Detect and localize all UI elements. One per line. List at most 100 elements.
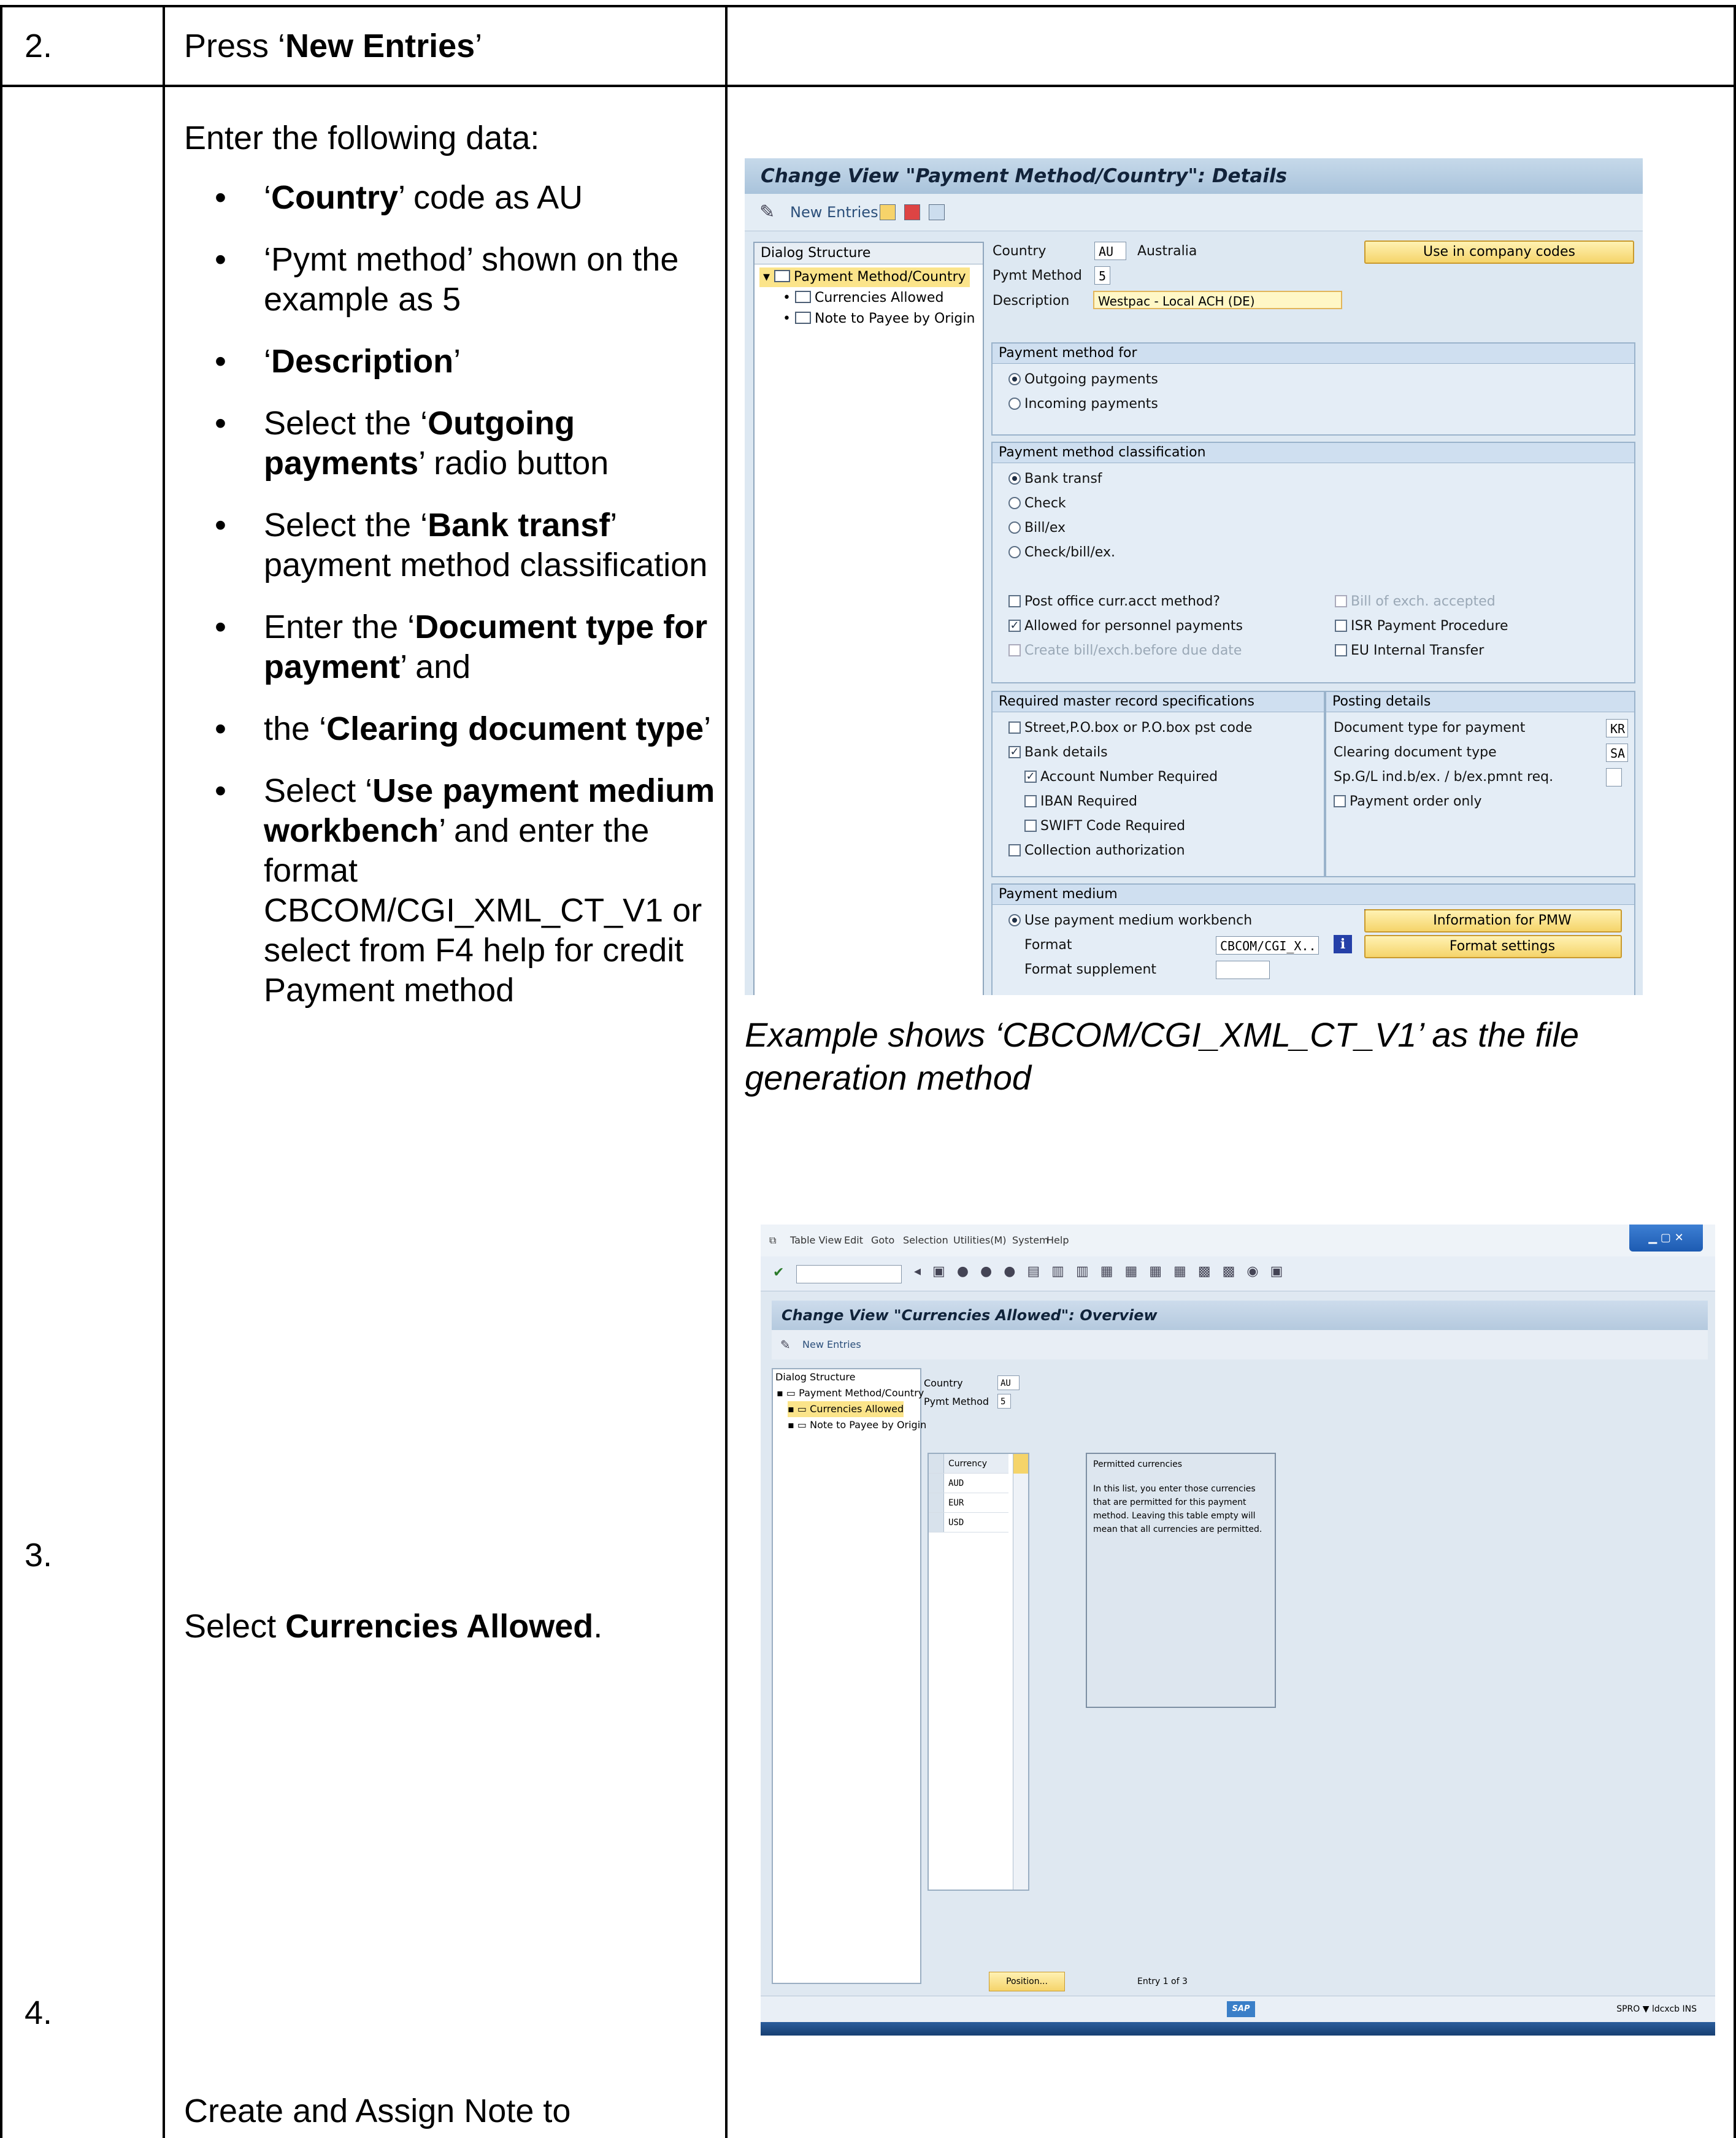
check-bill-ex-radio[interactable] <box>1008 546 1021 558</box>
command-field[interactable] <box>796 1265 902 1283</box>
help-text: In this list, you enter those currencies… <box>1093 1484 1262 1534</box>
position-button[interactable]: Position... <box>989 1972 1065 1991</box>
tree-item-note-to-payee[interactable]: • Note to Payee by Origin <box>779 309 978 329</box>
street-checkbox[interactable] <box>1008 721 1021 734</box>
use-pmw-label: Use payment medium workbench <box>1024 913 1253 928</box>
currency-cell[interactable]: EUR <box>948 1493 964 1513</box>
pymt-method-field[interactable]: 5 <box>997 1394 1011 1409</box>
bullet-text: ‘ <box>264 179 271 216</box>
table-scrollbar[interactable] <box>1013 1474 1028 1890</box>
sap-screenshot-payment-method: Change View "Payment Method/Country": De… <box>745 158 1643 995</box>
country-field[interactable]: AU <box>997 1375 1020 1390</box>
currency-cell[interactable]: USD <box>948 1513 964 1532</box>
description-field[interactable]: Westpac - Local ACH (DE) <box>1093 291 1342 309</box>
collection-checkbox[interactable] <box>1008 844 1021 856</box>
folder-icon <box>794 312 811 324</box>
delete-icon[interactable] <box>904 204 920 220</box>
bullet-text: ’ radio button <box>418 445 609 482</box>
bullet-text: ’ <box>704 710 712 747</box>
bullet-bold: Country <box>271 179 398 216</box>
allowed-personnel-checkbox[interactable]: ✓ <box>1008 620 1021 632</box>
account-number-checkbox[interactable]: ✓ <box>1024 771 1037 783</box>
tree-item-payment-method-country[interactable]: ▾ Payment Method/Country <box>759 267 970 287</box>
table-settings-icon[interactable] <box>1013 1454 1028 1474</box>
format-settings-button[interactable]: Format settings <box>1364 935 1622 958</box>
tree-item-currencies-allowed[interactable]: ▪ ▭ Currencies Allowed <box>788 1401 904 1417</box>
format-info-icon[interactable]: i <box>1334 935 1352 953</box>
format-supplement-label: Format supplement <box>1024 962 1157 977</box>
payment-order-label: Payment order only <box>1350 794 1482 809</box>
bullet-clearing: the ‘Clearing document type’ <box>184 709 724 749</box>
new-entries-icon[interactable]: ✎ <box>759 194 775 231</box>
screenshot-caption: Example shows ‘CBCOM/CGI_XML_CT_V1’ as t… <box>745 1015 1580 1097</box>
table-row[interactable]: EUR <box>929 1493 1008 1513</box>
clearing-label: Clearing document type <box>1334 745 1497 760</box>
undo-icon[interactable] <box>929 204 945 220</box>
bank-details-checkbox[interactable]: ✓ <box>1008 746 1021 758</box>
dialog-structure-panel: Dialog Structure ▾ Payment Method/Countr… <box>753 242 984 995</box>
window-controls[interactable]: ▁ ▢ ✕ <box>1629 1225 1703 1252</box>
row-selector[interactable] <box>929 1493 944 1512</box>
format-supplement-field[interactable] <box>1216 961 1270 979</box>
tree-item-currencies-allowed[interactable]: • Currencies Allowed <box>779 288 947 308</box>
status-bar: SAP SPRO ▼ ldcxcb INS <box>761 1996 1715 2036</box>
post-office-checkbox[interactable] <box>1008 595 1021 607</box>
use-pmw-radio[interactable] <box>1008 914 1021 926</box>
table-row[interactable]: USD <box>929 1513 1008 1532</box>
group-posting-details: Posting details Document type for paymen… <box>1325 691 1635 877</box>
country-field[interactable]: AU <box>1094 242 1126 260</box>
pymt-method-label: Pymt Method <box>924 1396 989 1407</box>
isr-checkbox[interactable] <box>1335 620 1347 632</box>
bullet-pmw: Select ‘Use payment medium workbench’ an… <box>184 771 724 1010</box>
iban-checkbox[interactable] <box>1024 795 1037 807</box>
incoming-payments-radio[interactable] <box>1008 398 1021 410</box>
window-menu-icon[interactable]: ⧉ <box>769 1225 776 1256</box>
step-4-text-pre: Select <box>184 1608 286 1645</box>
sap-logo: SAP <box>1227 2001 1255 2017</box>
menu-selection[interactable]: Selection <box>903 1225 948 1256</box>
currency-cell[interactable]: AUD <box>948 1474 964 1493</box>
menu-table-view[interactable]: Table View <box>790 1225 842 1256</box>
menu-system[interactable]: System <box>1012 1225 1049 1256</box>
windows-taskbar <box>761 2022 1715 2036</box>
swift-checkbox[interactable] <box>1024 820 1037 832</box>
row-selector[interactable] <box>929 1513 944 1532</box>
country-label: Country <box>993 244 1047 259</box>
new-entries-icon[interactable]: ✎ <box>780 1330 791 1359</box>
new-entries-button[interactable]: New Entries <box>790 194 878 231</box>
step-4-instruction: Select Currencies Allowed. <box>184 1606 602 1647</box>
clearing-field[interactable]: SA <box>1606 744 1628 762</box>
eu-transfer-checkbox[interactable] <box>1335 644 1347 656</box>
information-for-pmw-button[interactable]: Information for PMW <box>1364 909 1622 932</box>
bullet-text: Select ‘ <box>264 772 373 809</box>
enter-icon[interactable]: ✔ <box>773 1265 784 1280</box>
bill-ex-radio[interactable] <box>1008 521 1021 534</box>
row-selector[interactable] <box>929 1474 944 1493</box>
tree-item-payment-method-country[interactable]: ▪ ▭ Payment Method/Country <box>777 1385 924 1401</box>
tree-item-note-to-payee[interactable]: ▪ ▭ Note to Payee by Origin <box>788 1417 926 1433</box>
spgl-field[interactable] <box>1606 768 1622 786</box>
outgoing-payments-radio[interactable] <box>1008 373 1021 385</box>
menu-utilities[interactable]: Utilities(M) <box>953 1225 1007 1256</box>
copy-icon[interactable] <box>880 204 896 220</box>
bill-ex-label: Bill/ex <box>1024 520 1066 536</box>
use-in-company-codes-button[interactable]: Use in company codes <box>1364 240 1634 264</box>
payment-order-checkbox[interactable] <box>1334 795 1346 807</box>
bank-transf-radio[interactable] <box>1008 472 1021 485</box>
street-label: Street,P.O.box or P.O.box pst code <box>1024 720 1253 736</box>
spgl-label: Sp.G/L ind.b/ex. / b/ex.pmnt req. <box>1334 769 1554 785</box>
country-label: Country <box>924 1377 963 1389</box>
table-row[interactable]: AUD <box>929 1474 1008 1493</box>
select-all-cell[interactable] <box>929 1454 944 1473</box>
menu-goto[interactable]: Goto <box>871 1225 894 1256</box>
eu-transfer-label: EU Internal Transfer <box>1351 643 1484 658</box>
outgoing-payments-label: Outgoing payments <box>1024 372 1158 387</box>
check-radio[interactable] <box>1008 497 1021 509</box>
menu-help[interactable]: Help <box>1047 1225 1069 1256</box>
menu-edit[interactable]: Edit <box>844 1225 863 1256</box>
new-entries-button[interactable]: New Entries <box>802 1339 861 1350</box>
doc-type-field[interactable]: KR <box>1606 719 1628 737</box>
pymt-method-field[interactable]: 5 <box>1094 266 1110 285</box>
format-field[interactable]: CBCOM/CGI_X.. <box>1216 936 1319 955</box>
toolbar-icons: ◂ ▣ ● ● ● ▤ ▥ ▥ ▦ ▦ ▦ ▦ ▩ ▩ ◉ ▣ <box>914 1264 1287 1279</box>
